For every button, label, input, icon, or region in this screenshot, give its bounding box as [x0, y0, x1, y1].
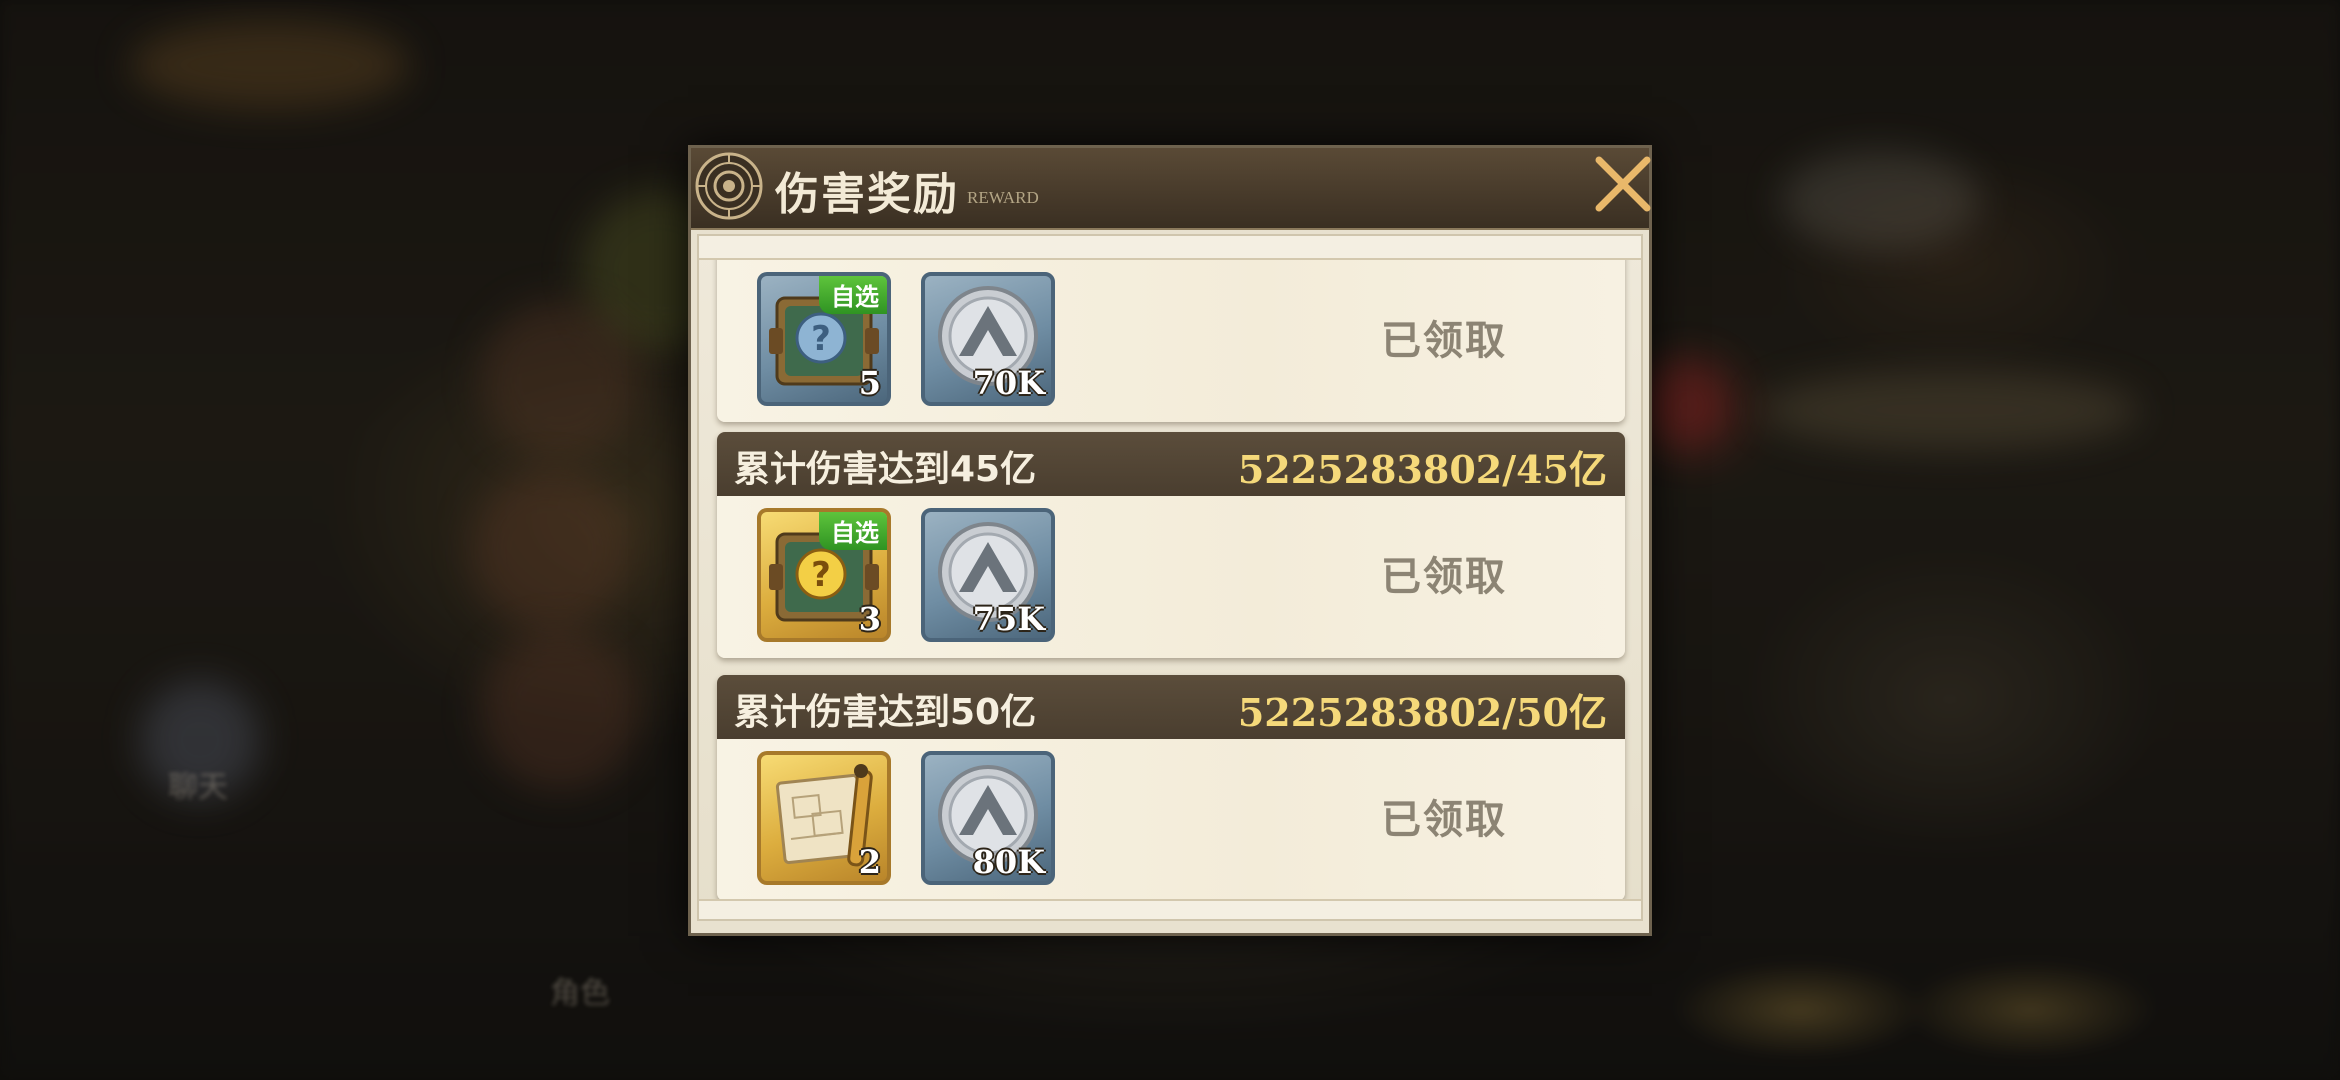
reward-list[interactable]: ? 自选 5 70K 已领取 累计伤害达到45亿 5225283802/45亿 …: [697, 234, 1643, 921]
reward-card: ? 自选 5 70K 已领取: [717, 236, 1625, 422]
item-count: 3: [858, 600, 881, 638]
reward-card-body: ? 自选 3 75K 已领取: [717, 496, 1625, 658]
svg-text:?: ?: [811, 319, 831, 359]
background-chat-label: 聊天: [168, 770, 228, 805]
reward-progress: 5225283802/50亿: [1237, 690, 1607, 735]
claimed-status: 已领取: [1381, 318, 1507, 364]
svg-text:?: ?: [811, 555, 831, 595]
reward-card-body: 2 80K 已领取: [717, 739, 1625, 901]
reward-condition: 累计伤害达到45亿: [734, 449, 1037, 490]
background-role-label: 角色: [550, 976, 610, 1011]
reward-condition: 累计伤害达到50亿: [734, 692, 1037, 733]
reward-card: 累计伤害达到45亿 5225283802/45亿 ? 自选 3 75K 已领取: [717, 432, 1625, 658]
item-count: 75K: [972, 600, 1045, 638]
list-bottom-strip: [699, 899, 1641, 919]
reward-item[interactable]: 80K: [921, 751, 1055, 885]
item-count: 70K: [972, 364, 1045, 402]
reward-card-header: 累计伤害达到45亿 5225283802/45亿: [717, 432, 1625, 496]
claimed-status: 已领取: [1381, 554, 1507, 600]
reward-item[interactable]: ? 自选 3: [757, 508, 891, 642]
list-top-strip: [699, 236, 1641, 260]
item-count: 80K: [972, 843, 1045, 881]
optional-badge: 自选: [819, 276, 887, 314]
close-icon[interactable]: [1591, 152, 1655, 216]
modal-header: 伤害奖励 REWARD: [691, 148, 1649, 230]
reward-item[interactable]: 70K: [921, 272, 1055, 406]
reward-card: 累计伤害达到50亿 5225283802/50亿 2 80K 已领取: [717, 675, 1625, 901]
item-count: 5: [858, 364, 881, 402]
reward-card-header: 累计伤害达到50亿 5225283802/50亿: [717, 675, 1625, 739]
item-count: 2: [858, 843, 881, 881]
damage-reward-modal: 伤害奖励 REWARD ? 自选 5 70K 已领取 累计伤害达到45亿 522…: [688, 145, 1652, 936]
reward-item[interactable]: 75K: [921, 508, 1055, 642]
reward-item[interactable]: ? 自选 5: [757, 272, 891, 406]
reward-progress: 5225283802/45亿: [1237, 447, 1607, 492]
claimed-status: 已领取: [1381, 797, 1507, 843]
modal-title: 伤害奖励: [775, 169, 959, 220]
modal-subtitle: REWARD: [967, 188, 1039, 207]
reward-item[interactable]: 2: [757, 751, 891, 885]
reward-card-body: ? 自选 5 70K 已领取: [717, 260, 1625, 422]
emblem-icon: [695, 152, 763, 220]
optional-badge: 自选: [819, 512, 887, 550]
